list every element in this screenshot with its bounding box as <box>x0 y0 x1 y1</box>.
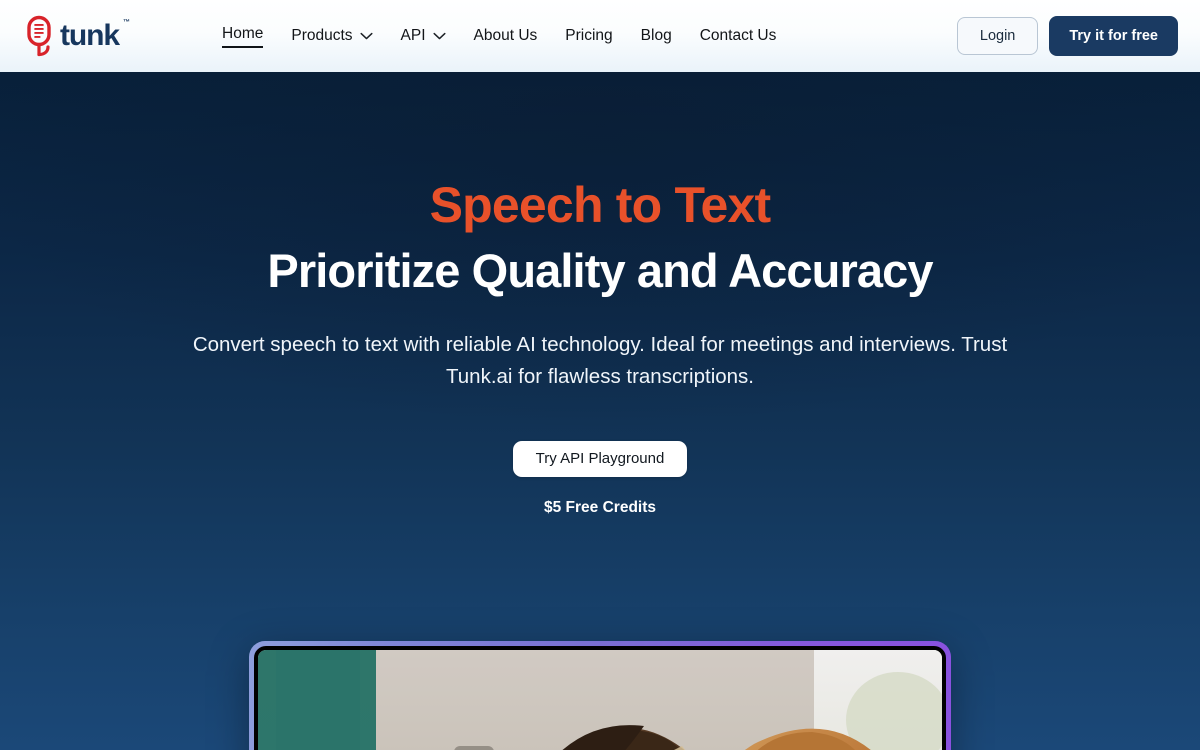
hero-video-thumbnail <box>258 650 942 750</box>
logo[interactable]: tunk ™ <box>24 14 130 58</box>
hero-content: Speech to Text Prioritize Quality and Ac… <box>0 177 1200 750</box>
login-button[interactable]: Login <box>956 17 1039 55</box>
nav-label-about-us: About Us <box>473 27 538 44</box>
header-actions: Login Try it for free <box>956 0 1178 72</box>
hero-subtitle: Convert speech to text with reliable AI … <box>192 332 1008 388</box>
nav-label-api: API <box>400 27 426 44</box>
logo-wordmark: tunk ™ <box>60 19 130 52</box>
hero-title-main: Prioritize Quality and Accuracy <box>267 244 933 297</box>
nav-item-home[interactable]: Home <box>222 0 277 72</box>
nav-item-api[interactable]: API <box>387 0 460 72</box>
logo-wordmark-text: tunk <box>60 19 120 52</box>
hero-video-player[interactable]: VOICES STREAML <box>254 646 946 750</box>
hero-title-accent: Speech to Text <box>429 177 772 233</box>
nav-label-contact-us: Contact Us <box>699 27 777 44</box>
nav-item-pricing[interactable]: Pricing <box>551 0 626 72</box>
hero-section: Speech to Text Prioritize Quality and Ac… <box>0 72 1200 750</box>
chevron-down-icon <box>359 27 373 45</box>
nav-label-products: Products <box>291 27 353 44</box>
nav-item-products[interactable]: Products <box>277 0 386 72</box>
landing-page: tunk ™ Home Products API About Us Pricin… <box>0 0 1200 750</box>
try-api-playground-button[interactable]: Try API Playground <box>512 440 688 477</box>
free-credits-label: $5 Free Credits <box>544 498 656 516</box>
nav-label-blog: Blog <box>640 27 672 44</box>
nav-item-contact-us[interactable]: Contact Us <box>686 0 791 72</box>
microphone-q-icon <box>24 15 58 57</box>
try-it-for-free-button[interactable]: Try it for free <box>1049 16 1178 56</box>
site-header: tunk ™ Home Products API About Us Pricin… <box>0 0 1200 72</box>
trademark-symbol: ™ <box>122 19 130 26</box>
nav-label-home: Home <box>222 25 264 48</box>
nav-item-about-us[interactable]: About Us <box>460 0 552 72</box>
nav-item-blog[interactable]: Blog <box>627 0 686 72</box>
primary-nav: Home Products API About Us Pricing Blog … <box>222 0 790 72</box>
hero-cta-group: Try API Playground $5 Free Credits <box>0 440 1200 517</box>
hero-video-frame[interactable]: VOICES STREAML <box>249 641 951 750</box>
chevron-down-icon <box>432 27 446 45</box>
nav-label-pricing: Pricing <box>565 27 613 44</box>
